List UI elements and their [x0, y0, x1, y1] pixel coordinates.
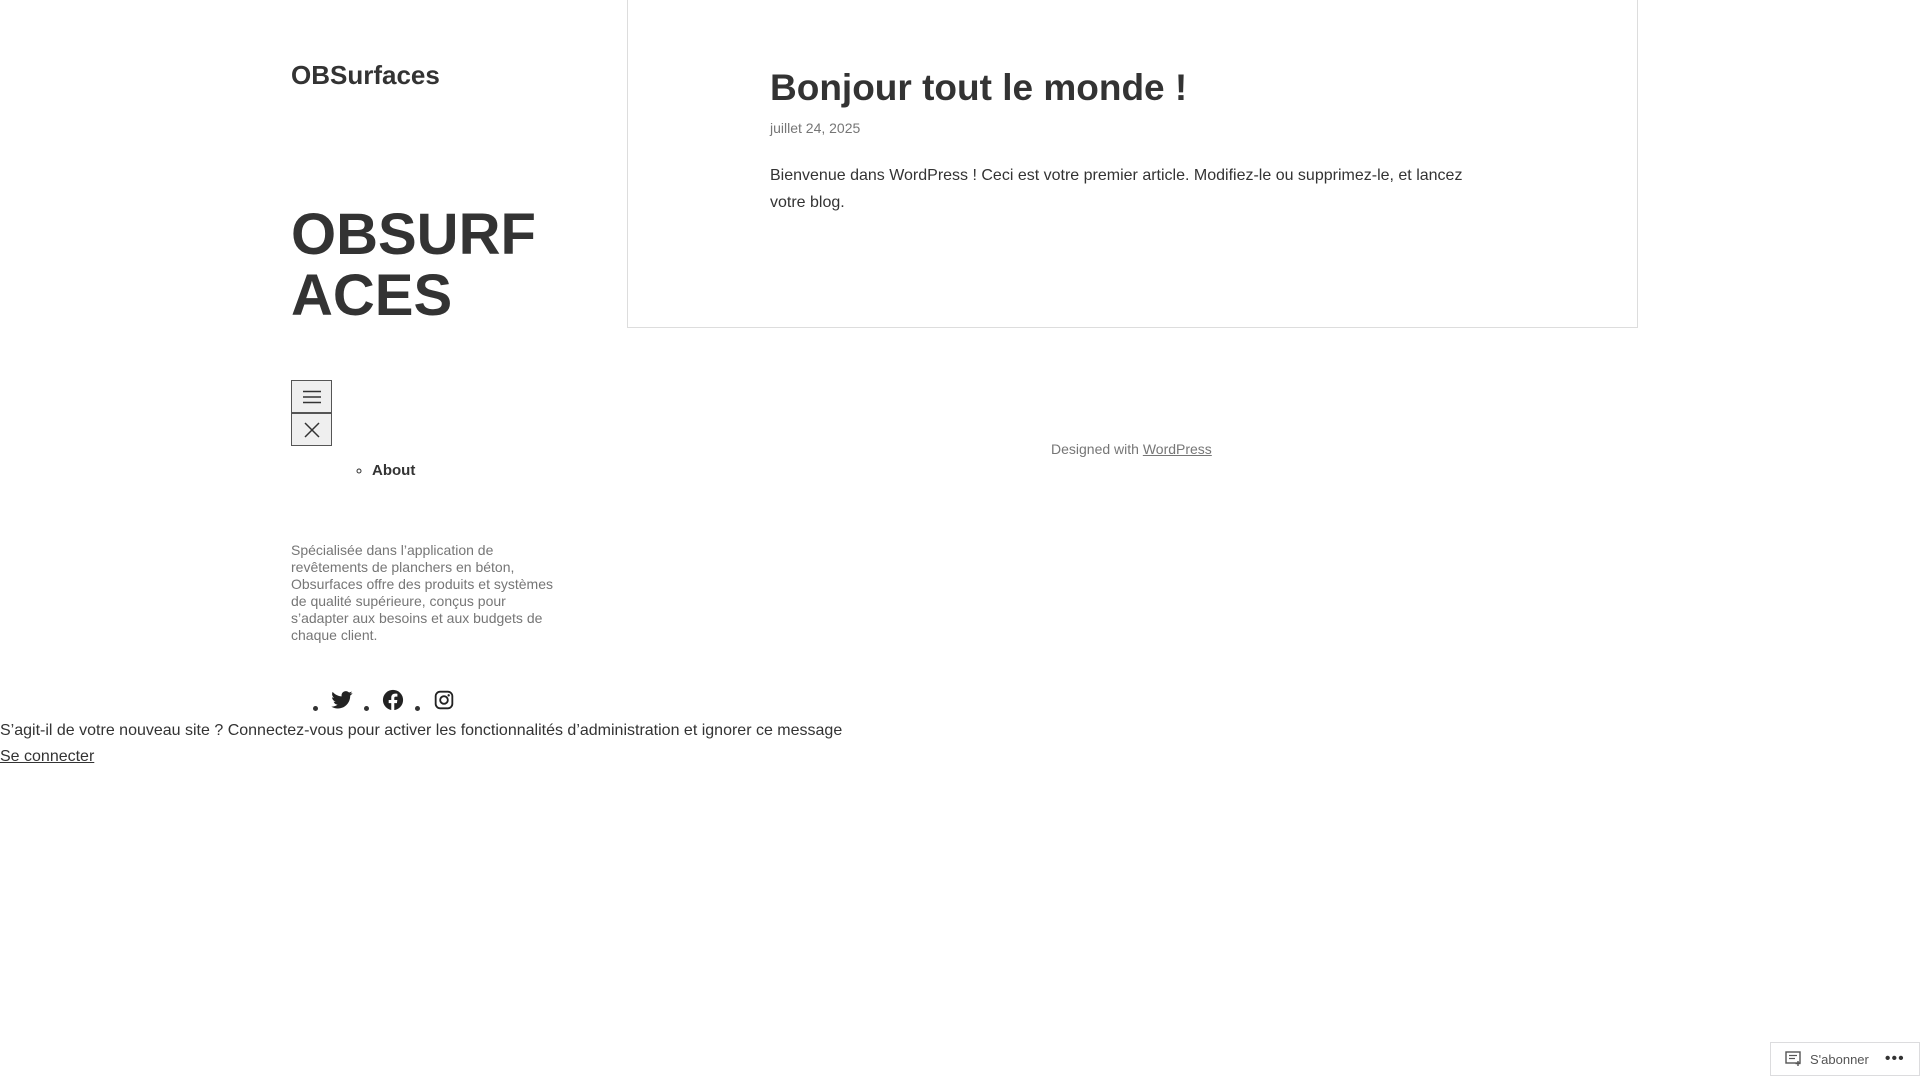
post-title[interactable]: Bonjour tout le monde ! [770, 67, 1187, 109]
post-date[interactable]: juillet 24, 2025 [770, 120, 860, 136]
list-bullet [313, 705, 318, 711]
subscribe-button[interactable]: S'abonner [1771, 1043, 1879, 1075]
list-bullet [364, 705, 369, 711]
twitter-icon[interactable] [330, 688, 354, 712]
menu-item-about: About [372, 462, 415, 479]
more-options-button[interactable]: ••• [1879, 1050, 1911, 1068]
footer-credit-text: Designed with [1051, 441, 1139, 457]
post-content: Bienvenue dans WordPress ! Ceci est votr… [770, 167, 1463, 211]
subscribe-label: S'abonner [1810, 1051, 1869, 1067]
admin-notice-message: S’agit-il de votre nouveau site ? Connec… [0, 722, 843, 739]
site-description: Spécialisée dans l’application de revête… [291, 542, 553, 643]
hamburger-icon [302, 390, 321, 403]
primary-menu: About [356, 462, 415, 479]
wordpress-link[interactable]: WordPress [1143, 441, 1212, 457]
menu-open-button[interactable] [291, 380, 332, 413]
hero-title: OBSURFACES [291, 202, 536, 328]
menu-close-button[interactable] [291, 413, 332, 446]
facebook-icon[interactable] [381, 688, 405, 712]
reader-icon [1785, 1051, 1801, 1066]
footer-credit: Designed with WordPress [1051, 441, 1212, 457]
subscribe-bar: S'abonner ••• [1770, 1042, 1920, 1076]
list-bullet [415, 705, 420, 711]
social-links [313, 688, 466, 712]
menu-link-about[interactable]: About [372, 462, 415, 479]
login-link[interactable]: Se connecter [0, 748, 94, 766]
close-icon [303, 421, 320, 438]
instagram-icon[interactable] [432, 688, 456, 712]
site-title[interactable]: OBSurfaces [291, 60, 440, 91]
